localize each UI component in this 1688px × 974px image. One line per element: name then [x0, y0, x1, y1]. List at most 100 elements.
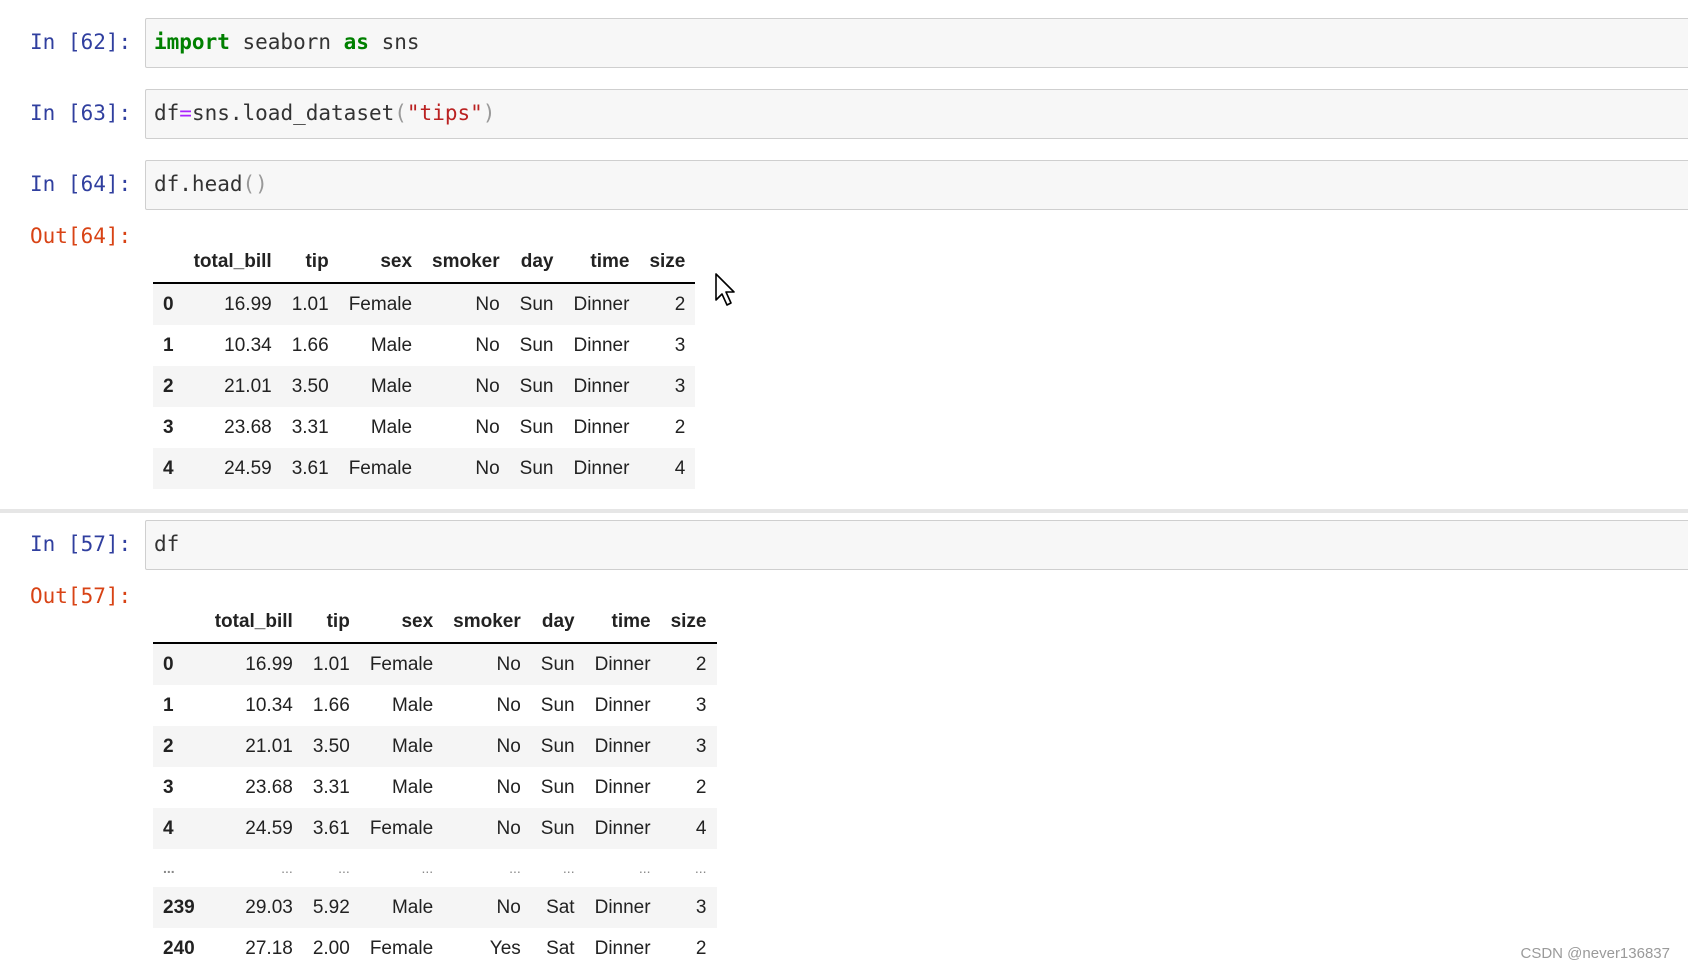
row-index: 0: [163, 293, 174, 315]
column-header: time: [563, 242, 640, 284]
table-cell: Female: [369, 653, 434, 675]
table-cell: Male: [391, 896, 434, 918]
row-index: 1: [163, 694, 174, 716]
index-header: [153, 602, 205, 644]
table-cell: 4: [674, 457, 686, 479]
table-cell: 24.59: [224, 457, 272, 479]
code-text: df.head: [154, 172, 243, 196]
column-header: size: [639, 242, 696, 284]
table-cell: 2: [695, 653, 707, 675]
row-index: 4: [163, 457, 174, 479]
table-cell: 29.03: [245, 896, 293, 918]
table-cell: 3.50: [312, 735, 350, 757]
table-cell: No: [475, 416, 500, 438]
column-header: day: [530, 602, 585, 644]
table-cell: ...: [562, 860, 575, 876]
input-prompt-57: In [57]:: [30, 532, 132, 556]
table-cell: 23.68: [224, 416, 272, 438]
table-cell: 4: [695, 817, 707, 839]
dataframe-table: total_bill tip sex smoker day time size 0 16.99 1…: [153, 602, 717, 969]
table-row: 4 24.59 3.61 Female No Sun Dinner 4: [153, 448, 696, 489]
table-row: 0 16.99 1.01 Female No Sun Dinner 2: [153, 643, 717, 685]
column-header: smoker: [443, 602, 531, 644]
code-cell-64[interactable]: df.head(): [145, 160, 1688, 210]
table-cell: Sun: [519, 375, 554, 397]
column-header: tip: [302, 602, 360, 644]
table-cell: ...: [509, 860, 521, 876]
table-cell: No: [496, 776, 521, 798]
input-prompt-63: In [63]:: [30, 101, 132, 125]
column-header: smoker: [422, 242, 510, 284]
table-cell: 2: [674, 416, 686, 438]
row-index: 2: [163, 735, 174, 757]
table-cell: Sun: [519, 334, 554, 356]
code-text: sns: [368, 30, 420, 54]
code-cell-57[interactable]: df: [145, 520, 1688, 570]
table-cell: ...: [421, 860, 434, 876]
code-line: df.head(): [154, 172, 268, 196]
table-cell: 3: [695, 896, 707, 918]
table-cell: Dinner: [573, 375, 630, 397]
table-cell: Sun: [540, 776, 575, 798]
row-index: 240: [163, 937, 195, 959]
table-row: 1 10.34 1.66 Male No Sun Dinner 3: [153, 685, 717, 726]
table-cell: Male: [370, 416, 413, 438]
table-cell: Dinner: [573, 416, 630, 438]
table-cell: 3: [674, 334, 686, 356]
table-cell: 3: [674, 375, 686, 397]
table-row: 240 27.18 2.00 Female Yes Sat Dinner 2: [153, 928, 717, 969]
code-text: df: [154, 101, 180, 125]
code-paren: (: [394, 101, 407, 125]
index-header: [153, 242, 184, 284]
column-header: total_bill: [204, 602, 303, 644]
table-cell: Dinner: [594, 735, 651, 757]
table-cell: No: [475, 457, 500, 479]
table-row: 3 23.68 3.31 Male No Sun Dinner 2: [153, 407, 695, 448]
table-cell: No: [475, 293, 500, 315]
dataframe-head-table: total_bill tip sex smoker day time size 0 16.99 1…: [153, 242, 696, 489]
cell-divider: [0, 509, 1688, 513]
table-cell: Sat: [546, 896, 575, 918]
table-cell: Sun: [540, 694, 575, 716]
table-cell: 21.01: [224, 375, 272, 397]
column-header: sex: [359, 602, 444, 644]
column-header: tip: [281, 242, 339, 284]
table-cell: No: [496, 896, 521, 918]
table-cell: 3.61: [291, 457, 329, 479]
table-cell: 2.00: [312, 937, 350, 959]
table-cell: ...: [281, 860, 293, 876]
table-cell: Dinner: [573, 457, 630, 479]
table-cell: 5.92: [312, 896, 350, 918]
table-cell: Male: [391, 776, 434, 798]
table-cell: ...: [338, 860, 350, 876]
table-cell: Dinner: [573, 293, 630, 315]
table-cell: No: [475, 334, 500, 356]
code-cell-63[interactable]: df=sns.load_dataset("tips"): [145, 89, 1688, 139]
table-cell: Female: [369, 817, 434, 839]
table-cell: Sat: [546, 937, 575, 959]
notebook: In [62]: import seaborn as sns In [63]: …: [0, 0, 1688, 974]
row-index: 239: [163, 896, 195, 918]
table-cell: Sun: [519, 457, 554, 479]
table-row: 4 24.59 3.61 Female No Sun Dinner 4: [153, 808, 717, 849]
table-cell: Male: [391, 694, 434, 716]
code-line: df=sns.load_dataset("tips"): [154, 101, 495, 125]
table-cell: Female: [348, 457, 413, 479]
table-cell: 1.66: [291, 334, 329, 356]
code-cell-62[interactable]: import seaborn as sns: [145, 18, 1688, 68]
table-cell: Sun: [519, 416, 554, 438]
column-header: time: [584, 602, 661, 644]
table-row: ........................: [153, 849, 717, 887]
code-keyword: as: [343, 30, 369, 54]
code-operator: =: [179, 101, 192, 125]
row-index: 3: [163, 416, 174, 438]
code-text: df: [154, 532, 180, 556]
table-cell: No: [496, 694, 521, 716]
table-cell: No: [496, 653, 521, 675]
table-row: 2 21.01 3.50 Male No Sun Dinner 3: [153, 366, 696, 407]
table-cell: Male: [370, 375, 413, 397]
table-cell: 23.68: [245, 776, 293, 798]
code-keyword: import: [154, 30, 230, 54]
row-index: 3: [163, 776, 174, 798]
table-cell: No: [475, 375, 500, 397]
